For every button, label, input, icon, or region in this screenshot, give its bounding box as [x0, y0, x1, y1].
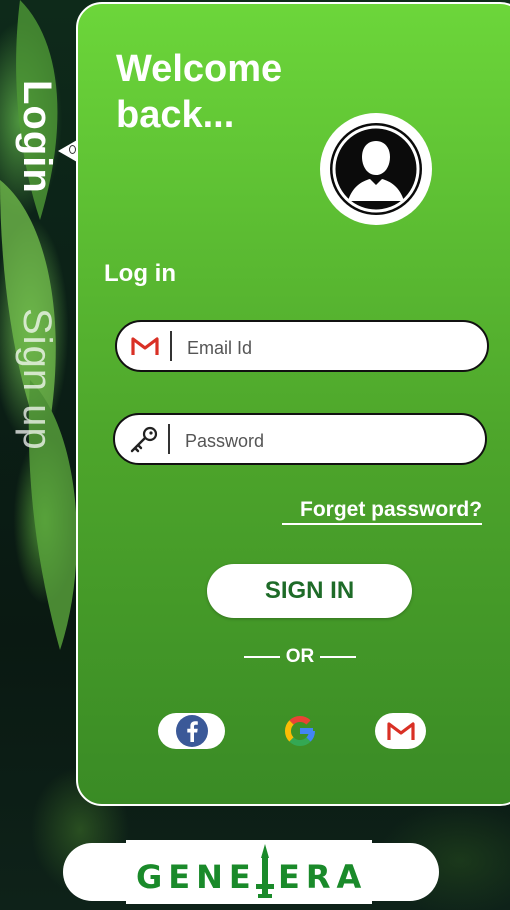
divider-line-right: [320, 656, 356, 658]
section-title: Log in: [104, 260, 176, 287]
facebook-icon: [175, 715, 208, 747]
welcome-heading: Welcome back...: [116, 48, 283, 136]
or-divider: OR: [244, 646, 356, 668]
or-label: OR: [285, 646, 315, 667]
password-field[interactable]: [113, 413, 487, 465]
email-input[interactable]: [185, 334, 469, 362]
google-login-button[interactable]: [281, 713, 319, 749]
sign-in-button[interactable]: SIGN IN: [207, 564, 412, 618]
gmail-icon: [129, 333, 161, 359]
google-icon: [285, 715, 316, 746]
facebook-login-button[interactable]: [158, 713, 225, 749]
svg-text:GENE: GENE: [136, 858, 257, 896]
tab-login[interactable]: Login: [14, 80, 59, 194]
email-field[interactable]: [115, 320, 489, 372]
field-divider: [170, 331, 172, 361]
key-icon: [127, 426, 159, 453]
field-divider: [168, 424, 170, 454]
forgot-password-link[interactable]: Forget password?: [282, 498, 483, 525]
gmail-icon: [386, 722, 415, 740]
svg-text:ERA: ERA: [278, 858, 367, 896]
user-silhouette-icon: [330, 123, 422, 215]
avatar: [320, 113, 432, 225]
gmail-login-button[interactable]: [375, 713, 426, 749]
password-input[interactable]: [183, 427, 467, 455]
tab-sign-up[interactable]: Sign up: [14, 308, 59, 451]
divider-line-left: [244, 656, 280, 658]
pointer-dot: [69, 145, 76, 154]
genelera-logo: GENE ERA: [126, 840, 372, 904]
